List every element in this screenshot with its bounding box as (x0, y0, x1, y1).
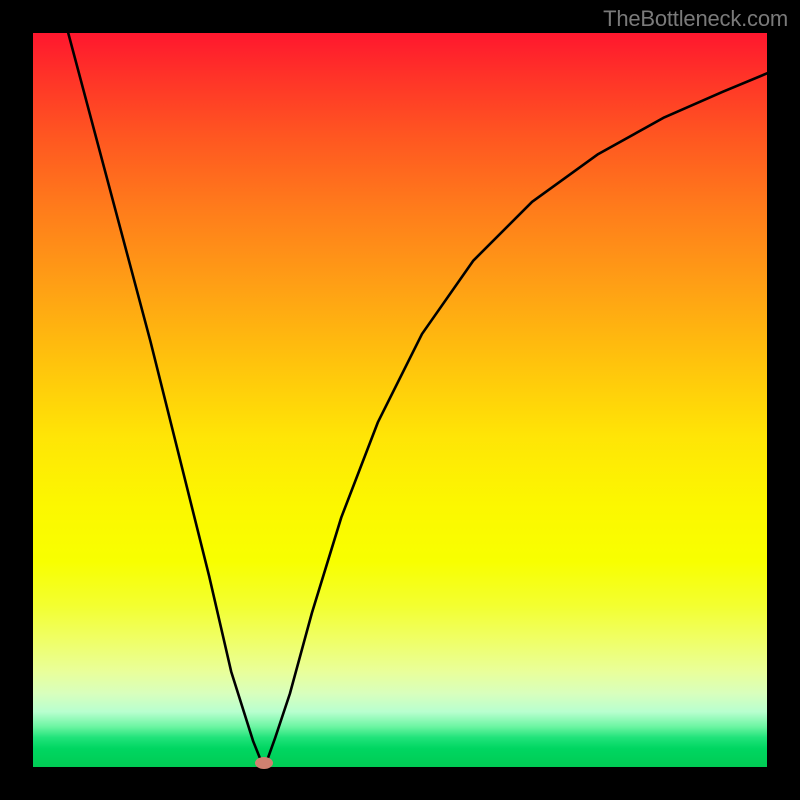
minimum-marker (255, 757, 273, 769)
chart-frame: TheBottleneck.com (0, 0, 800, 800)
plot-area (33, 33, 767, 767)
bottleneck-curve (33, 33, 767, 767)
watermark-text: TheBottleneck.com (603, 6, 788, 32)
